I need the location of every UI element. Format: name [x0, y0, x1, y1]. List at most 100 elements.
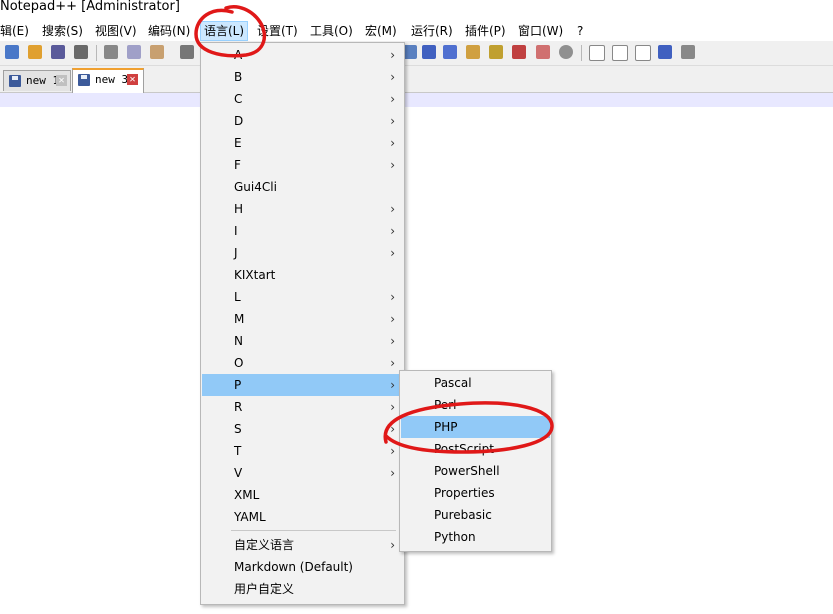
- item-label: 自定义语言: [234, 538, 295, 552]
- lang-item-custom-language[interactable]: 自定义语言 ›: [202, 534, 403, 556]
- new-file-icon[interactable]: [5, 45, 19, 59]
- lang-item-xml[interactable]: XML: [202, 484, 403, 506]
- play-macro-icon[interactable]: [635, 45, 651, 61]
- lang-item-d[interactable]: D ›: [202, 110, 403, 132]
- lang-properties[interactable]: Properties: [401, 482, 550, 504]
- menu-edit[interactable]: 辑(E): [0, 22, 29, 40]
- undo-icon[interactable]: [180, 45, 194, 59]
- item-label: M: [234, 312, 245, 326]
- item-label: C: [234, 92, 243, 106]
- cut-icon[interactable]: [104, 45, 118, 59]
- lang-purebasic[interactable]: Purebasic: [401, 504, 550, 526]
- folder-icon[interactable]: [536, 45, 550, 59]
- chevron-right-icon: ›: [390, 466, 395, 480]
- chevron-right-icon: ›: [390, 136, 395, 150]
- menu-tools[interactable]: 工具(O): [310, 22, 353, 40]
- chevron-right-icon: ›: [390, 158, 395, 172]
- paste-icon[interactable]: [150, 45, 164, 59]
- chevron-right-icon: ›: [390, 114, 395, 128]
- lang-item-f[interactable]: F ›: [202, 154, 403, 176]
- function-list-icon[interactable]: [512, 45, 526, 59]
- item-label: YAML: [234, 510, 266, 524]
- lang-item-b[interactable]: B ›: [202, 66, 403, 88]
- item-label: D: [234, 114, 244, 128]
- print-icon[interactable]: [74, 45, 88, 59]
- language-menu: A › B › C › D › E › F › Gui4Cli H › I › J › KIXta…: [200, 42, 405, 605]
- menu-bar: 辑(E) 搜索(S) 视图(V) 编码(N) 语言(L) 设置(T) 工具(O)…: [0, 19, 833, 41]
- menu-macro[interactable]: 宏(M): [365, 22, 397, 40]
- lang-item-p[interactable]: P ›: [202, 374, 403, 396]
- item-label: XML: [234, 488, 260, 502]
- chevron-right-icon: ›: [390, 290, 395, 304]
- lang-item-c[interactable]: C ›: [202, 88, 403, 110]
- chevron-right-icon: ›: [390, 444, 395, 458]
- tab-bar: new 1 ✕ new 3 ✕: [0, 66, 833, 93]
- lang-item-j[interactable]: J ›: [202, 242, 403, 264]
- lang-python[interactable]: Python: [401, 526, 550, 548]
- save-icon[interactable]: [51, 45, 65, 59]
- copy-icon[interactable]: [127, 45, 141, 59]
- lang-item-gui4cli[interactable]: Gui4Cli: [202, 176, 403, 198]
- wrap-icon[interactable]: [403, 45, 417, 59]
- lang-item-v[interactable]: V ›: [202, 462, 403, 484]
- lang-item-h[interactable]: H ›: [202, 198, 403, 220]
- monitor-icon[interactable]: [559, 45, 573, 59]
- menu-plugins[interactable]: 插件(P): [465, 22, 506, 40]
- lang-item-e[interactable]: E ›: [202, 132, 403, 154]
- pilcrow-icon[interactable]: [422, 45, 436, 59]
- indent-guide-icon[interactable]: [443, 45, 457, 59]
- tab-new-3[interactable]: new 3 ✕: [72, 68, 144, 93]
- map-icon[interactable]: [489, 45, 503, 59]
- menu-view[interactable]: 视图(V): [95, 22, 137, 40]
- item-label: 用户自定义: [234, 582, 295, 596]
- item-label: Properties: [434, 486, 495, 500]
- record-macro-icon[interactable]: [589, 45, 605, 61]
- lang-item-kixtart[interactable]: KIXtart: [202, 264, 403, 286]
- lang-perl[interactable]: Perl: [401, 394, 550, 416]
- editor-current-line[interactable]: [0, 93, 833, 107]
- chevron-right-icon: ›: [390, 70, 395, 84]
- tab-new-1[interactable]: new 1 ✕: [3, 70, 71, 91]
- menu-settings[interactable]: 设置(T): [257, 22, 298, 40]
- chevron-right-icon: ›: [390, 224, 395, 238]
- lang-item-t[interactable]: T ›: [202, 440, 403, 462]
- lang-item-m[interactable]: M ›: [202, 308, 403, 330]
- item-label: KIXtart: [234, 268, 276, 282]
- close-icon[interactable]: ✕: [127, 74, 138, 85]
- menu-help[interactable]: ?: [577, 22, 583, 40]
- lang-item-a[interactable]: A ›: [202, 44, 403, 66]
- lang-item-n[interactable]: N ›: [202, 330, 403, 352]
- lang-item-markdown-default[interactable]: Markdown (Default): [202, 556, 403, 578]
- open-file-icon[interactable]: [28, 45, 42, 59]
- lang-item-s[interactable]: S ›: [202, 418, 403, 440]
- lang-item-yaml[interactable]: YAML: [202, 506, 403, 528]
- lang-item-i[interactable]: I ›: [202, 220, 403, 242]
- menu-language[interactable]: 语言(L): [200, 21, 249, 41]
- item-label: I: [234, 224, 238, 238]
- title-bar: Notepad++ [Administrator]: [0, 0, 833, 19]
- item-label: H: [234, 202, 244, 216]
- lang-powershell[interactable]: PowerShell: [401, 460, 550, 482]
- menu-search[interactable]: 搜索(S): [42, 22, 83, 40]
- lang-pascal[interactable]: Pascal: [401, 372, 550, 394]
- run-multiple-icon[interactable]: [658, 45, 672, 59]
- item-label: P: [234, 378, 242, 392]
- menu-encoding[interactable]: 编码(N): [148, 22, 190, 40]
- floppy-disk-icon: [78, 74, 90, 86]
- item-label: S: [234, 422, 242, 436]
- folder-view-icon[interactable]: [466, 45, 480, 59]
- lang-postscript[interactable]: PostScript: [401, 438, 550, 460]
- item-label: Markdown (Default): [234, 560, 353, 574]
- lang-item-o[interactable]: O ›: [202, 352, 403, 374]
- lang-item-l[interactable]: L ›: [202, 286, 403, 308]
- menu-run[interactable]: 运行(R): [411, 22, 453, 40]
- lang-item-r[interactable]: R ›: [202, 396, 403, 418]
- close-icon[interactable]: ✕: [56, 75, 67, 86]
- save-macro-icon[interactable]: [681, 45, 695, 59]
- menu-window[interactable]: 窗口(W): [518, 22, 563, 40]
- lang-item-user-defined[interactable]: 用户自定义: [202, 578, 403, 600]
- chevron-right-icon: ›: [390, 48, 395, 62]
- lang-php[interactable]: PHP: [401, 416, 550, 438]
- stop-macro-icon[interactable]: [612, 45, 628, 61]
- menu-separator: [231, 530, 396, 531]
